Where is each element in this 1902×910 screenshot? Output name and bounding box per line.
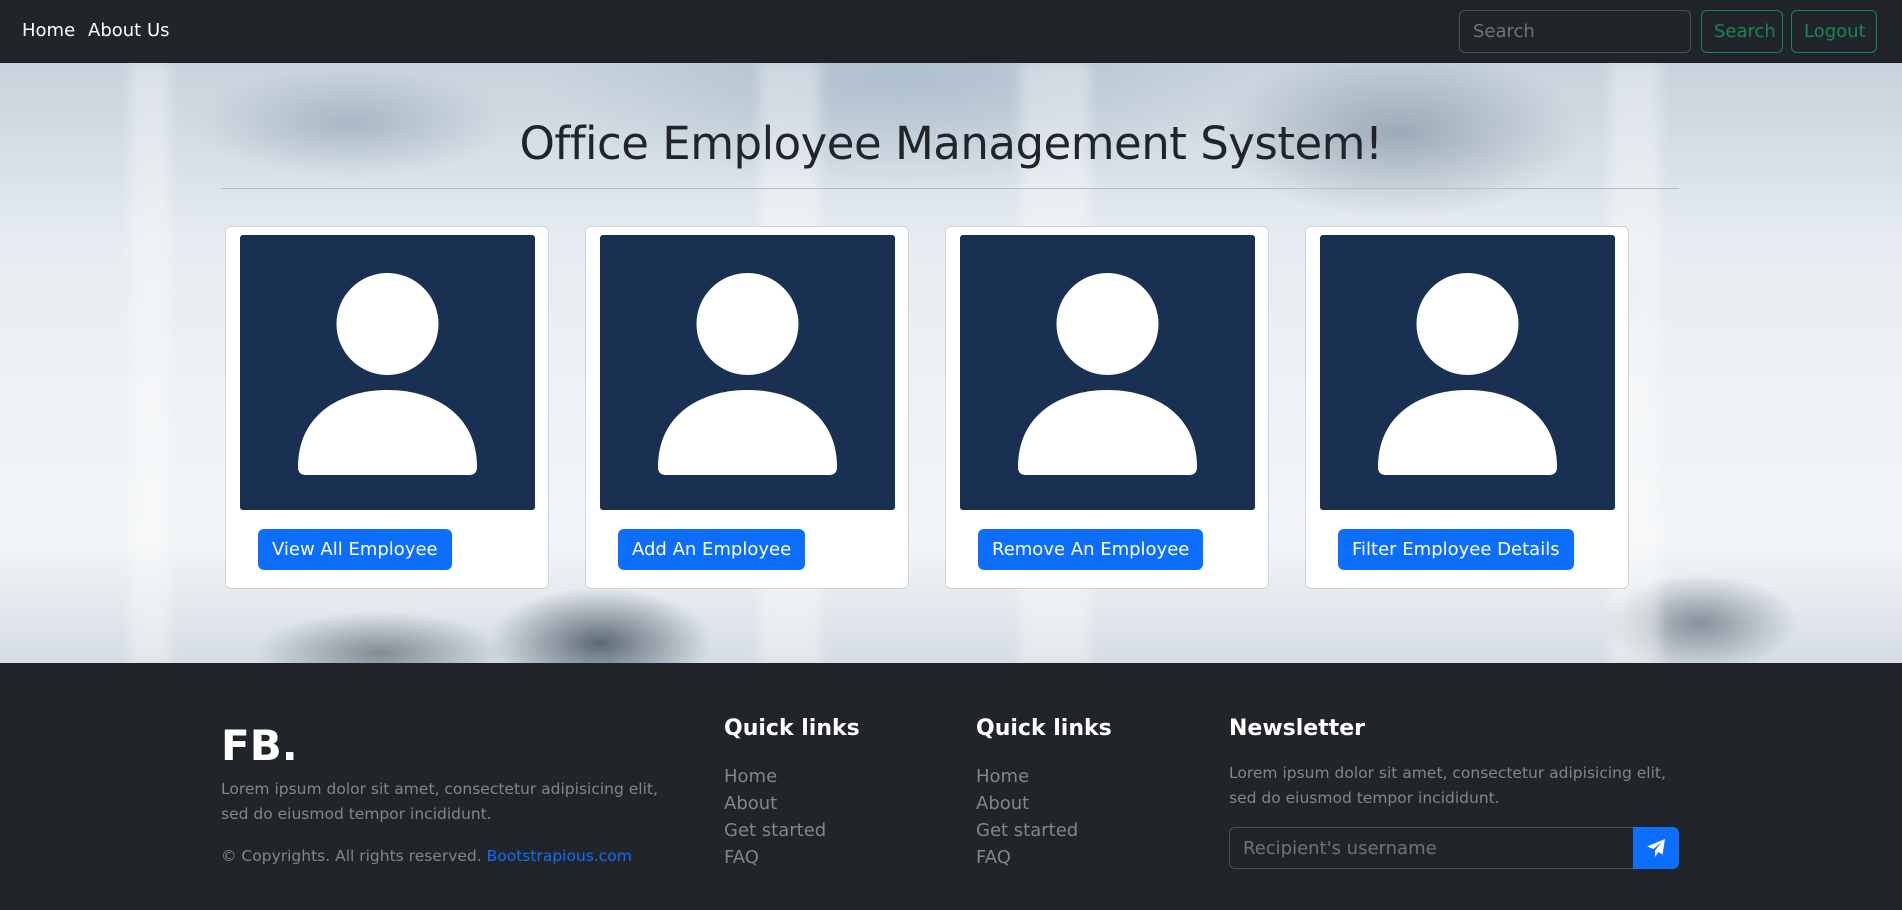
nav-about-us-link[interactable]: About Us bbox=[88, 20, 170, 41]
user-avatar-icon bbox=[960, 235, 1255, 510]
navbar: Home About Us Search Logout bbox=[0, 0, 1902, 63]
card-add-an-employee: Add An Employee bbox=[585, 226, 909, 589]
search-input[interactable] bbox=[1459, 10, 1691, 53]
footer-brand: FB. bbox=[221, 721, 298, 770]
page-title: Office Employee Management System! bbox=[519, 117, 1383, 170]
quick-links-heading: Quick links bbox=[976, 716, 1112, 741]
quick-links-list: Home About Get started FAQ bbox=[976, 763, 1078, 871]
footer: FB. Lorem ipsum dolor sit amet, consecte… bbox=[0, 663, 1902, 910]
user-avatar-icon bbox=[600, 235, 895, 510]
footer-link-get-started[interactable]: Get started bbox=[724, 817, 826, 844]
card-view-all-employee: View All Employee bbox=[225, 226, 549, 589]
nav-home-link[interactable]: Home bbox=[22, 20, 75, 41]
quick-links-heading: Quick links bbox=[724, 716, 860, 741]
logout-button[interactable]: Logout bbox=[1791, 10, 1877, 53]
copyright: © Copyrights. All rights reserved. Boots… bbox=[221, 847, 632, 865]
footer-link-about[interactable]: About bbox=[976, 790, 1078, 817]
view-all-employee-button[interactable]: View All Employee bbox=[258, 529, 452, 570]
add-an-employee-button[interactable]: Add An Employee bbox=[618, 529, 806, 570]
quick-links-list: Home About Get started FAQ bbox=[724, 763, 826, 871]
footer-link-faq[interactable]: FAQ bbox=[724, 844, 826, 871]
filter-employee-details-button[interactable]: Filter Employee Details bbox=[1338, 529, 1574, 570]
copyright-text: © Copyrights. All rights reserved. bbox=[221, 847, 482, 865]
user-avatar-icon bbox=[240, 235, 535, 510]
footer-link-home[interactable]: Home bbox=[724, 763, 826, 790]
newsletter-heading: Newsletter bbox=[1229, 716, 1366, 741]
newsletter-text: Lorem ipsum dolor sit amet, consectetur … bbox=[1229, 764, 1666, 807]
footer-link-get-started[interactable]: Get started bbox=[976, 817, 1078, 844]
footer-link-home[interactable]: Home bbox=[976, 763, 1078, 790]
footer-link-faq[interactable]: FAQ bbox=[976, 844, 1078, 871]
remove-an-employee-button[interactable]: Remove An Employee bbox=[978, 529, 1204, 570]
footer-brand-text: Lorem ipsum dolor sit amet, consectetur … bbox=[221, 780, 658, 823]
title-divider bbox=[221, 188, 1679, 189]
user-avatar-icon bbox=[1320, 235, 1615, 510]
newsletter-send-button[interactable] bbox=[1633, 827, 1679, 869]
newsletter-username-input[interactable] bbox=[1229, 827, 1634, 869]
copyright-link[interactable]: Bootstrapious.com bbox=[487, 847, 632, 865]
hero-section: Office Employee Management System! View … bbox=[0, 63, 1902, 663]
paper-plane-icon bbox=[1647, 839, 1665, 857]
search-button[interactable]: Search bbox=[1701, 10, 1783, 53]
card-filter-employee-details: Filter Employee Details bbox=[1305, 226, 1629, 589]
card-remove-an-employee: Remove An Employee bbox=[945, 226, 1269, 589]
footer-link-about[interactable]: About bbox=[724, 790, 826, 817]
